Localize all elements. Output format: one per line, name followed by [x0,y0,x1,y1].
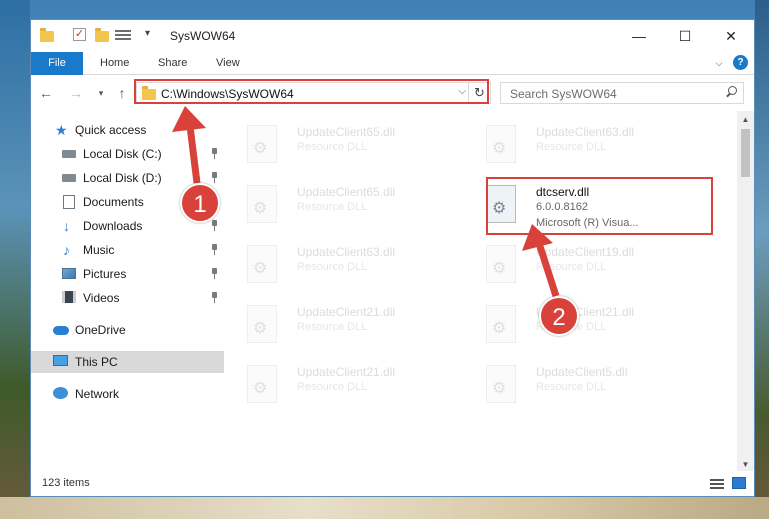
annotation-arrows [172,106,560,298]
step-badge-1: 1 [180,183,220,223]
arrow-2-head [522,224,553,251]
step-badge-2: 2 [539,296,579,336]
arrow-1-head [172,106,206,132]
